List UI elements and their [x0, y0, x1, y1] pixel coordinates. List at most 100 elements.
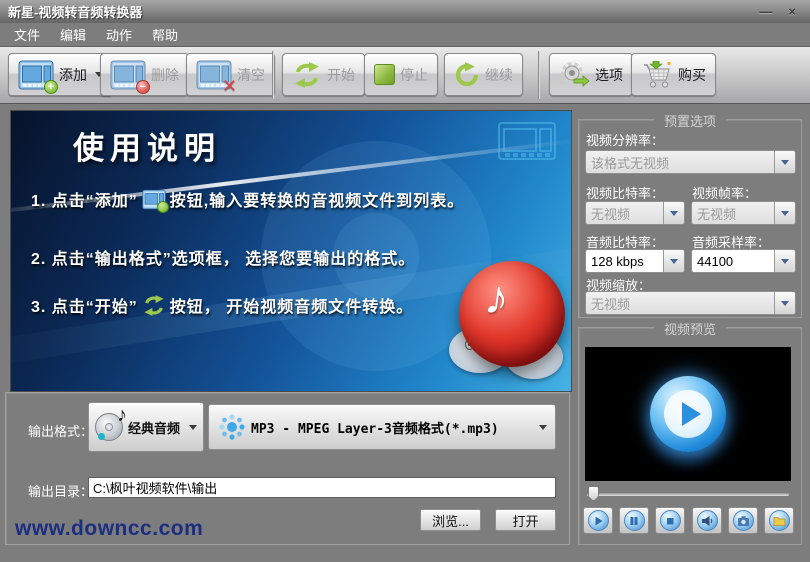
toolbar-separator [538, 51, 539, 99]
start-button[interactable]: 开始 [282, 53, 365, 96]
snapshot-button[interactable] [728, 507, 758, 534]
output-format-label: 输出格式： [28, 421, 93, 440]
output-dir-input[interactable] [88, 477, 556, 498]
film-add-inline-icon [142, 189, 166, 210]
open-folder-button[interactable] [764, 507, 794, 534]
step3-text-pre: 3. 点击“开始” [31, 293, 138, 317]
minimize-button[interactable]: — [759, 5, 772, 18]
chevron-down-icon [539, 425, 547, 430]
format-value: MP3 - MPEG Layer-3音频格式(*.mp3) [251, 418, 532, 437]
clear-button[interactable]: ✕ 清空 [186, 53, 275, 96]
video-preview-screen [585, 347, 791, 481]
slider-track [587, 493, 789, 496]
folder-icon [769, 510, 790, 531]
format-dots-icon [217, 412, 247, 442]
format-category-select[interactable]: ♪ 经典音频 [88, 402, 204, 452]
app-window: 新星-视频转音频转换器 — × 文件 编辑 动作 帮助 + 添加 [0, 0, 810, 562]
slider-thumb[interactable] [588, 486, 599, 501]
resume-button-label: 继续 [485, 65, 513, 85]
chevron-down-icon [774, 292, 795, 314]
cd-music-icon: ♪ [95, 413, 123, 441]
gear-icon [559, 61, 590, 89]
presets-title: 预置选项 [654, 111, 726, 130]
remove-button[interactable]: − 删除 [100, 53, 189, 96]
seek-slider[interactable] [587, 486, 789, 502]
stop-button[interactable]: 停止 [364, 53, 438, 96]
chevron-down-icon [774, 250, 795, 272]
step3-text-post: 按钮， 开始视频音频文件转换。 [170, 293, 413, 317]
remove-button-label: 删除 [151, 65, 179, 85]
format-category-value: 经典音频 [128, 418, 180, 437]
buy-button[interactable]: 购买 [631, 53, 716, 96]
chevron-down-icon [774, 202, 795, 224]
film-clear-icon: ✕ [196, 60, 232, 90]
start-cycle-icon [292, 62, 322, 88]
player-logo-icon [650, 376, 726, 452]
speaker-icon [697, 510, 718, 531]
step1-text-pre: 1. 点击“添加” [31, 187, 138, 211]
step2-text: 2. 点击“输出格式”选项框， 选择您要输出的格式。 [31, 245, 415, 269]
mute-button[interactable] [692, 507, 722, 534]
camera-icon [733, 510, 754, 531]
video-framerate-label: 视频帧率： [692, 183, 757, 202]
clear-button-label: 清空 [237, 65, 265, 85]
cycle-inline-icon [142, 295, 166, 316]
chevron-down-icon [774, 151, 795, 173]
step1-text-post: 按钮,输入要转换的音视频文件到列表。 [170, 187, 464, 211]
audio-samplerate-select[interactable]: 44100 [691, 249, 796, 273]
video-resolution-value: 该格式无视频 [586, 153, 774, 172]
video-bitrate-label: 视频比特率： [586, 183, 664, 202]
browse-button[interactable]: 浏览... [420, 509, 481, 531]
pause-button[interactable] [619, 507, 649, 534]
instructions-panel: 使用说明 1. 点击“添加” 按钮,输入要转换的音视频文件到列表。 2. 点击“… [10, 110, 572, 392]
chevron-down-icon [663, 250, 684, 272]
audio-samplerate-value: 44100 [692, 254, 774, 269]
video-framerate-value: 无视频 [692, 204, 774, 223]
menu-item-file[interactable]: 文件 [4, 23, 50, 46]
video-scale-select[interactable]: 无视频 [585, 291, 796, 315]
audio-bitrate-select[interactable]: 128 kbps [585, 249, 685, 273]
window-controls: — × [759, 5, 802, 18]
menu-item-action[interactable]: 动作 [96, 23, 142, 46]
options-button-label: 选项 [595, 65, 623, 85]
open-button[interactable]: 打开 [495, 509, 556, 531]
minus-badge-icon: − [136, 80, 150, 94]
format-select[interactable]: MP3 - MPEG Layer-3音频格式(*.mp3) [208, 404, 556, 450]
chevron-down-icon [663, 202, 684, 224]
preview-groupbox: 视频预览 [578, 327, 802, 545]
play-button[interactable] [583, 507, 613, 534]
video-resolution-label: 视频分辨率： [586, 130, 664, 149]
preview-title: 视频预览 [654, 319, 726, 338]
video-resolution-select[interactable]: 该格式无视频 [585, 150, 796, 174]
audio-bitrate-value: 128 kbps [586, 254, 663, 269]
add-button[interactable]: + 添加 [8, 53, 113, 96]
close-button[interactable]: × [788, 5, 796, 18]
menu-item-help[interactable]: 帮助 [142, 23, 188, 46]
options-button[interactable]: 选项 [549, 53, 633, 96]
menu-bar: 文件 编辑 动作 帮助 [0, 23, 810, 46]
instructions-title: 使用说明 [73, 123, 221, 168]
start-button-label: 开始 [327, 65, 355, 85]
window-title: 新星-视频转音频转换器 [8, 2, 142, 21]
film-add-icon: + [18, 60, 54, 90]
instruction-step-2: 2. 点击“输出格式”选项框， 选择您要输出的格式。 [31, 245, 415, 269]
video-scale-value: 无视频 [586, 294, 774, 313]
stop-playback-button[interactable] [655, 507, 685, 534]
pause-icon [624, 510, 645, 531]
stop-icon [660, 510, 681, 531]
buy-button-label: 购买 [678, 65, 706, 85]
menu-item-edit[interactable]: 编辑 [50, 23, 96, 46]
instruction-step-1: 1. 点击“添加” 按钮,输入要转换的音视频文件到列表。 [31, 187, 464, 211]
resume-button[interactable]: 继续 [444, 53, 523, 96]
chevron-down-icon [189, 425, 197, 430]
toolbar-separator [272, 51, 273, 99]
plus-badge-icon: + [44, 80, 58, 94]
instruction-step-3: 3. 点击“开始” 按钮， 开始视频音频文件转换。 [31, 293, 413, 317]
music-note-icon: ♪ [481, 270, 512, 328]
video-bitrate-select[interactable]: 无视频 [585, 201, 685, 225]
plus-badge-icon [157, 201, 169, 213]
stop-button-label: 停止 [400, 65, 428, 85]
filmstrip-watermark-icon [497, 117, 557, 170]
film-remove-icon: − [110, 60, 146, 90]
video-framerate-select[interactable]: 无视频 [691, 201, 796, 225]
